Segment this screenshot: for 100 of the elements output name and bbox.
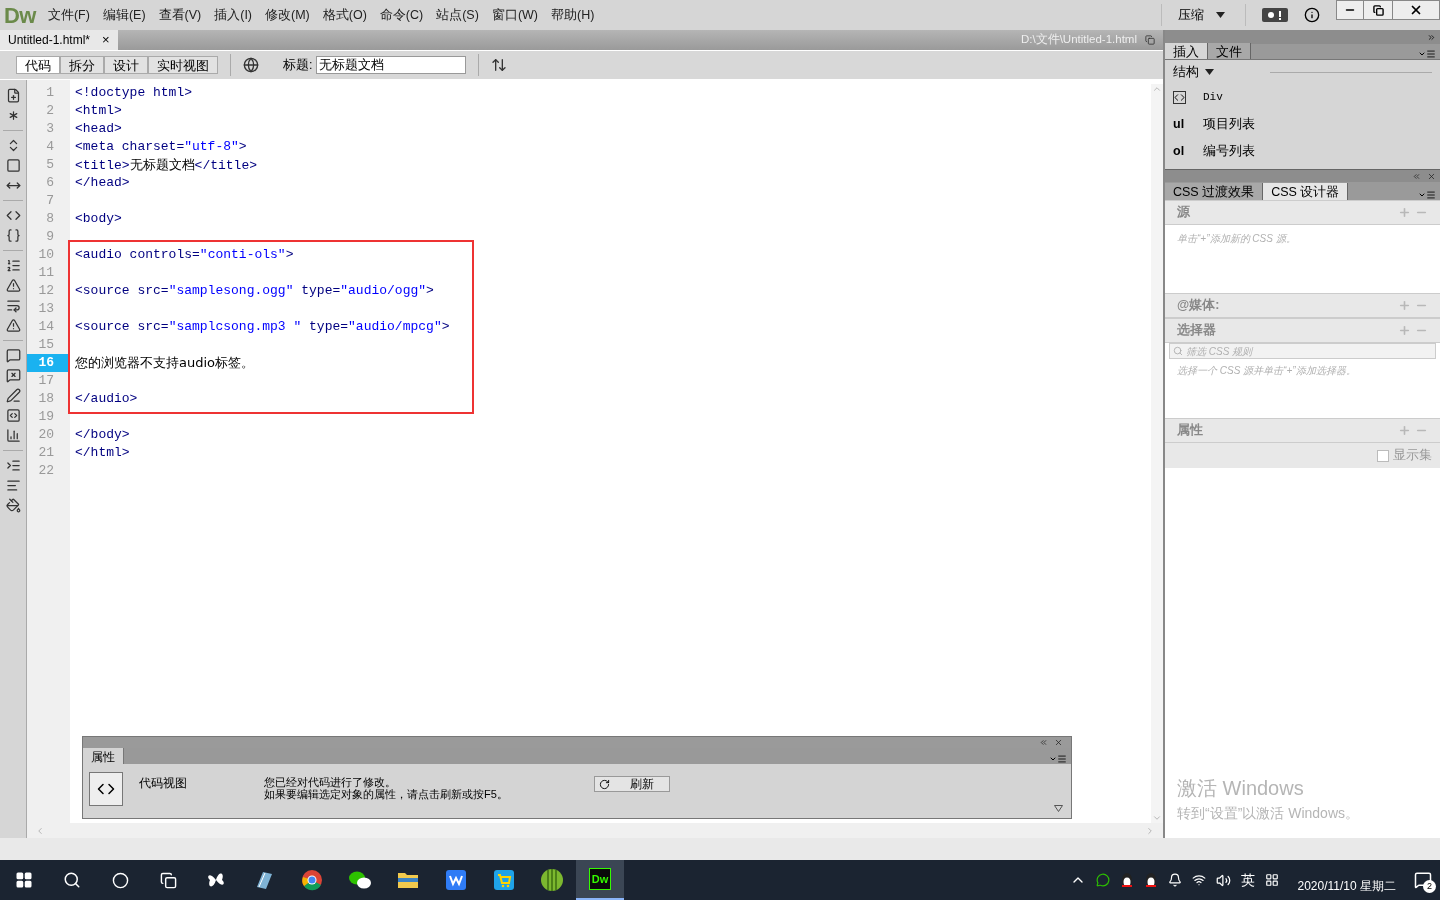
search-icon[interactable]	[63, 871, 81, 889]
menu-item[interactable]: 站点(S)	[436, 5, 479, 25]
new-file-icon[interactable]	[5, 88, 21, 103]
tab-close-button[interactable]: ×	[102, 30, 110, 50]
line-numbers-icon[interactable]	[5, 258, 21, 273]
warning-icon[interactable]	[5, 278, 21, 293]
file-path: D:\文件\Untitled-1.html	[1020, 32, 1137, 48]
code-box-icon[interactable]	[5, 408, 21, 423]
code-line: <body>	[74, 210, 122, 228]
code-cursor-icon[interactable]	[5, 208, 21, 223]
line-number: 12	[37, 282, 55, 300]
remove-comment-icon[interactable]	[5, 368, 21, 383]
view-button[interactable]: 代码	[16, 56, 60, 74]
clock-date[interactable]: 2020/11/10 星期二	[1297, 877, 1396, 895]
activation-title: 激活 Windows	[1177, 776, 1305, 801]
task-view-icon[interactable]	[159, 871, 177, 889]
sync-alert-icon[interactable]	[1262, 8, 1288, 22]
melon-icon[interactable]	[540, 868, 564, 892]
chat-tray-icon[interactable]	[1096, 873, 1111, 887]
action-center-icon[interactable]	[1414, 871, 1432, 889]
show-set-checkbox[interactable]	[1377, 449, 1389, 462]
braces-icon[interactable]	[5, 228, 21, 243]
category-dropdown[interactable]: 结构	[1173, 62, 1214, 82]
panel-tab[interactable]: 文件	[1208, 43, 1251, 59]
line-number: 15	[37, 336, 55, 354]
list-type-mark: ul	[1173, 116, 1185, 134]
panel-tab[interactable]: CSS 设计器	[1263, 183, 1349, 200]
properties-tab[interactable]: 属性	[83, 748, 124, 764]
penguin-icon[interactable]	[1120, 872, 1135, 888]
code-line: <!doctype html>	[74, 84, 193, 102]
panel-tab[interactable]: CSS 过渡效果	[1165, 183, 1264, 200]
menu-item[interactable]: 查看(V)	[158, 5, 202, 25]
menu-item[interactable]: 格式(O)	[322, 5, 367, 25]
code-view-icon	[89, 772, 123, 806]
indent-icon[interactable]	[5, 458, 21, 473]
start-icon[interactable]	[15, 871, 33, 889]
workspace-dropdown[interactable]: 压缩	[1170, 5, 1233, 25]
refresh-button[interactable]: 刷新	[593, 776, 670, 792]
volume-icon[interactable]	[1216, 872, 1232, 888]
panel-tab[interactable]: 插入	[1165, 43, 1208, 59]
expand-panels-icon[interactable]	[1427, 32, 1436, 42]
expand-icon[interactable]	[1054, 805, 1063, 812]
document-tab[interactable]: Untitled-1.html* ×	[0, 30, 118, 50]
menu-item[interactable]: 帮助(H)	[551, 5, 595, 25]
browser-icon[interactable]	[301, 869, 323, 891]
close-icon[interactable]	[1427, 171, 1436, 181]
view-button[interactable]: 设计	[104, 56, 148, 74]
list-type-mark: ol	[1173, 143, 1185, 161]
pen-icon[interactable]	[5, 388, 21, 403]
wrap-icon[interactable]	[5, 298, 21, 313]
menu-item[interactable]: 文件(F)	[47, 5, 90, 25]
line-number: 11	[37, 264, 55, 282]
view-button[interactable]: 实时视图	[148, 56, 218, 74]
panel-menu-icon[interactable]	[1049, 754, 1067, 764]
chat-bubbles-icon[interactable]	[348, 869, 372, 891]
menu-item[interactable]: 插入(I)	[214, 5, 253, 25]
line-number: 2	[45, 102, 55, 120]
document-app-icon[interactable]	[445, 869, 467, 891]
panel-menu-icon[interactable]	[1418, 190, 1436, 200]
panel-menu-icon[interactable]	[1418, 49, 1436, 59]
input-language[interactable]: 英	[1241, 869, 1256, 891]
menu-item[interactable]: 命令(C)	[379, 5, 424, 25]
circle-icon[interactable]	[111, 871, 129, 889]
title-field[interactable]: 无标题文档	[316, 56, 467, 74]
insert-item[interactable]: 项目列表	[1203, 115, 1255, 134]
shopping-cart-icon[interactable]	[493, 869, 515, 891]
dreamweaver-taskbar-button[interactable]: Dw	[576, 860, 624, 900]
insert-item[interactable]: Div	[1203, 89, 1223, 106]
menu-item[interactable]: 窗口(W)	[491, 5, 538, 25]
close-button[interactable]	[1392, 0, 1440, 20]
notification-bell-icon[interactable]	[1168, 873, 1183, 887]
network-icon[interactable]	[1192, 873, 1207, 887]
code-line: <meta charset="utf-8">	[74, 138, 247, 156]
globe-icon[interactable]	[243, 57, 259, 73]
code-line: <html>	[74, 102, 122, 120]
comment-icon[interactable]	[5, 348, 21, 363]
folder-icon[interactable]	[397, 870, 419, 890]
app-logo: Dw	[4, 1, 36, 30]
penguin-icon[interactable]	[1144, 872, 1159, 888]
code-line: <audio controls="conti-ols">	[74, 246, 294, 264]
insert-item[interactable]: 编号列表	[1203, 142, 1255, 161]
menu-item[interactable]: 修改(M)	[265, 5, 310, 25]
info-icon[interactable]	[1304, 7, 1320, 23]
outdent-icon[interactable]	[5, 478, 21, 493]
refresh-icon	[598, 778, 610, 790]
input-mode-icon[interactable]	[1265, 873, 1280, 887]
warning-icon[interactable]	[5, 318, 21, 333]
menu-item[interactable]: 编辑(E)	[102, 5, 146, 25]
code-line: <head>	[74, 120, 122, 138]
view-button[interactable]: 拆分	[60, 56, 104, 74]
minimize-button[interactable]	[1336, 0, 1364, 20]
restore-icon[interactable]	[1145, 35, 1155, 45]
close-icon[interactable]	[1054, 738, 1063, 747]
line-number: 19	[37, 408, 55, 426]
chart-icon[interactable]	[5, 428, 21, 443]
line-number: 10	[37, 246, 55, 264]
restore-button[interactable]	[1364, 0, 1392, 20]
div-icon[interactable]	[1173, 91, 1186, 104]
sort-icon[interactable]	[491, 57, 508, 73]
format-icon[interactable]	[5, 498, 21, 513]
